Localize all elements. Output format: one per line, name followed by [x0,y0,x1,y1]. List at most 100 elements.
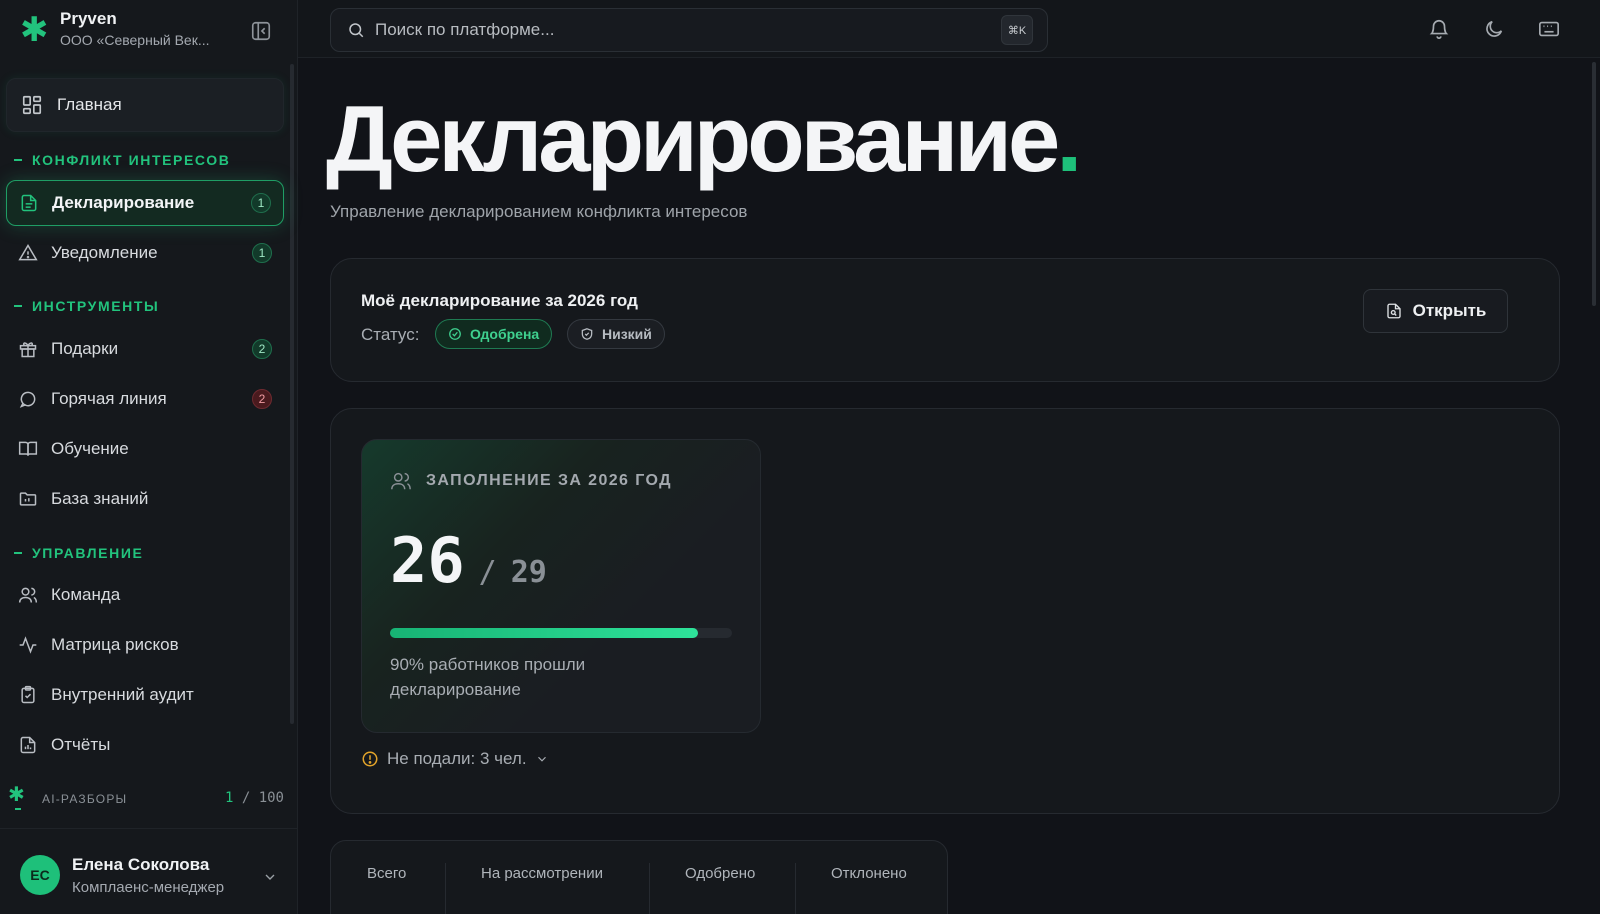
topbar: Поиск по платформе... ⌘K [298,0,1600,58]
sidebar-item-label: Подарки [51,339,119,358]
sidebar-item-label: Обучение [51,439,129,458]
stat-total-label: Всего [367,865,407,882]
stat-rejected-label: Отклонено [831,865,907,882]
user-menu[interactable]: ЕС Елена Соколова Комплаенс-менеджер [0,828,298,914]
open-button-label: Открыть [1412,301,1487,320]
ai-used: 1 [224,790,234,806]
sidebar-item-label: Матрица рисков [51,635,179,654]
brand-logo-icon: ✱ [20,11,49,49]
stat-review-label: На рассмотрении [481,865,603,882]
count-badge: 1 [252,243,272,263]
user-name: Елена Соколова [72,855,210,874]
sidebar-item-reports[interactable]: Отчёты [6,722,284,768]
page-subtitle: Управление декларированием конфликта инт… [330,202,748,221]
page-title-text: Декларирование [326,86,1060,191]
risk-text: Низкий [602,326,652,342]
chevron-down-icon [535,752,549,766]
page-title-dot: . [1056,86,1082,191]
section-tools: ИНСТРУМЕНТЫ [14,298,159,314]
message-circle-icon [18,389,38,409]
filled-count: 26 [390,524,465,597]
ai-limit: 100 [258,790,284,806]
gift-icon [18,339,38,359]
sidebar-item-notification[interactable]: Уведомление 1 [6,230,284,276]
brand[interactable]: ✱ Pryven ООО «Северный Век... [20,10,210,50]
page-title: Декларирование. [326,84,1082,194]
sidebar-item-label: Уведомление [51,243,158,262]
ai-usage-count: 1 / 100 [224,790,284,806]
filling-count: 26 / 29 [390,524,547,597]
my-declaration-card: Моё декларирование за 2026 год Статус: О… [330,258,1560,382]
not-filed-toggle[interactable]: Не подали: 3 чел. [361,749,549,769]
status-label: Статус: [361,325,420,344]
total-count: 29 [510,555,547,590]
users-icon [390,470,412,492]
file-chart-icon [18,735,38,755]
alert-circle-icon [361,750,379,768]
sidebar-item-label: База знаний [51,489,149,508]
dashboard-icon [21,94,43,116]
sidebar-item-risk-matrix[interactable]: Матрица рисков [6,622,284,668]
sidebar-item-label: Внутренний аудит [51,685,194,704]
count-badge: 1 [251,193,271,213]
collapse-sidebar-icon[interactable] [250,20,272,42]
progress-bar [390,628,732,638]
open-button[interactable]: Открыть [1363,289,1508,333]
search-placeholder: Поиск по платформе... [375,20,555,39]
filling-title: ЗАПОЛНЕНИЕ ЗА 2026 ГОД [426,472,672,489]
sparkle-icon: ✱ [8,784,25,806]
stat-approved-label: Одобрено [685,865,756,882]
sidebar-item-label: Отчёты [51,735,111,754]
shield-check-icon [580,327,594,341]
filling-section: ЗАПОЛНЕНИЕ ЗА 2026 ГОД 26 / 29 90% работ… [330,408,1560,814]
sidebar-item-label: Декларирование [52,193,195,212]
sidebar-item-team[interactable]: Команда [6,572,284,618]
search-icon [347,21,365,39]
file-text-icon [19,193,39,213]
ai-usage-label: AI-РАЗБОРЫ [42,792,128,806]
section-title: УПРАВЛЕНИЕ [32,545,144,561]
section-title: ИНСТРУМЕНТЫ [32,298,160,314]
sidebar-item-label: Горячая линия [51,389,167,408]
check-circle-icon [448,327,462,341]
progress-fill [390,628,698,638]
declaration-title: Моё декларирование за 2026 год [361,291,638,310]
clipboard-icon [18,685,38,705]
sidebar-item-knowledge-base[interactable]: База знаний [6,476,284,522]
sidebar-item-internal-audit[interactable]: Внутренний аудит [6,672,284,718]
search-input[interactable]: Поиск по платформе... ⌘K [330,8,1048,52]
filling-description: 90% работников прошли декларирование [390,655,586,699]
risk-badge: Низкий [567,319,665,349]
bell-icon[interactable] [1428,18,1450,40]
not-filed-text: Не подали: 3 чел. [387,749,527,768]
moon-icon[interactable] [1483,18,1505,40]
stats-card: Всего На рассмотрении Одобрено Отклонено [330,840,948,914]
chevron-down-icon [262,869,278,885]
nav-home-label: Главная [57,95,122,114]
count-badge: 2 [252,389,272,409]
sidebar-item-hotline[interactable]: Горячая линия 2 [6,376,284,422]
sidebar-item-training[interactable]: Обучение [6,426,284,472]
folder-icon [18,489,38,509]
section-conflict-of-interest: КОНФЛИКТ ИНТЕРЕСОВ [14,152,230,168]
ai-usage: ✱ AI-РАЗБОРЫ 1 / 100 [8,782,286,812]
sidebar-item-declaration[interactable]: Декларирование 1 [6,180,284,226]
sidebar-scrollbar[interactable] [290,64,294,724]
users-icon [18,585,38,605]
alert-triangle-icon [18,243,38,263]
main-scrollbar[interactable] [1592,62,1596,306]
count-badge: 2 [252,339,272,359]
count-separator: / [478,555,497,590]
nav-home[interactable]: Главная [6,78,284,132]
sidebar-item-gifts[interactable]: Подарки 2 [6,326,284,372]
sidebar-item-label: Команда [51,585,121,604]
section-title: КОНФЛИКТ ИНТЕРЕСОВ [32,152,231,168]
sidebar: ✱ Pryven ООО «Северный Век... Главная КО… [0,0,298,914]
user-role: Комплаенс-менеджер [72,879,225,896]
activity-icon [18,635,38,655]
keyboard-icon[interactable] [1538,18,1560,40]
status-text: Одобрена [470,326,540,342]
filling-card: ЗАПОЛНЕНИЕ ЗА 2026 ГОД 26 / 29 90% работ… [361,439,761,733]
brand-name: Pryven [60,9,117,28]
status-badge: Одобрена [435,319,553,349]
